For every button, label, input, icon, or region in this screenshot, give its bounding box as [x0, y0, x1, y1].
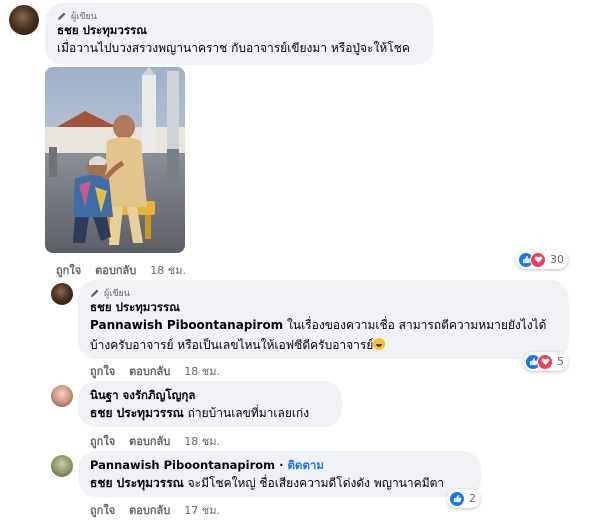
comment-bubble: Pannawish Piboontanapirom · ติดตาม ธชย ป…: [78, 451, 481, 497]
like-link[interactable]: ถูกใจ: [90, 432, 115, 450]
comment-text-body: ถ่ายบ้านเลขที่มาเลยเก่ง: [183, 406, 310, 420]
author-badge-label: ผู้เขียน: [104, 289, 130, 299]
comment-time[interactable]: 18 ชม.: [150, 261, 186, 279]
follow-separator: ·: [275, 458, 288, 472]
avatar[interactable]: [9, 5, 39, 35]
like-reaction-icon: [449, 490, 465, 507]
reply-link[interactable]: ตอบกลับ: [129, 432, 170, 450]
mention-tag[interactable]: ธชย ประทุมวรรณ: [90, 476, 184, 490]
comment-author[interactable]: ธชย ประทุมวรรณ: [57, 23, 421, 38]
author-badge: ผู้เขียน: [57, 10, 421, 22]
comment-author[interactable]: ธชย ประทุมวรรณ: [90, 300, 557, 315]
author-badge: ผู้เขียน: [90, 287, 557, 299]
reaction-count: 30: [550, 253, 564, 266]
reaction-summary[interactable]: 30: [516, 250, 568, 269]
reaction-count: 5: [557, 355, 564, 368]
comment-text-line2: บ้างครับอาจารย์ หรือเป็นเลขไหนให้เอฟซีดี…: [90, 338, 374, 352]
reaction-summary[interactable]: 5: [523, 352, 568, 371]
comment-bubble: นินฐา จงรักภิญโญกุล ธชย ประทุมวรรณ ถ่ายบ…: [78, 381, 342, 427]
comment-bubble: ผู้เขียน ธชย ประทุมวรรณ Pannawish Piboon…: [78, 280, 569, 359]
comment-text-line1: ในเรื่องของความเชื่อ สามารถตีความหมายยัง…: [283, 318, 547, 332]
comment-actions: ถูกใจ ตอบกลับ 17 ชม.: [90, 501, 220, 519]
like-link[interactable]: ถูกใจ: [90, 362, 115, 380]
comment-text-body: จะมีโชคใหญ่ ชื่อเสียงความดีโด่งดัง พญานา…: [183, 476, 445, 490]
avatar[interactable]: [51, 385, 73, 407]
comment-time[interactable]: 17 ชม.: [184, 501, 220, 519]
laughing-emoji-icon: [373, 338, 386, 350]
comment-time[interactable]: 18 ชม.: [184, 432, 220, 450]
comment-text: ธชย ประทุมวรรณ ถ่ายบ้านเลขที่มาเลยเก่ง: [90, 403, 330, 423]
photo-image: [45, 67, 185, 253]
comment-author[interactable]: Pannawish Piboontanapirom: [90, 458, 275, 472]
comment-author[interactable]: นินฐา จงรักภิญโญกุล: [90, 388, 330, 403]
author-badge-label: ผู้เขียน: [71, 12, 97, 22]
avatar[interactable]: [51, 455, 73, 477]
comment-text: เมื่อวานไปบวงสรวงพญานาคราช กับอาจารย์เขี…: [57, 41, 410, 55]
comment-actions: ถูกใจ ตอบกลับ 18 ชม.: [56, 261, 186, 279]
love-reaction-icon: [530, 251, 546, 268]
comment-actions: ถูกใจ ตอบกลับ 18 ชม.: [90, 362, 220, 380]
like-link[interactable]: ถูกใจ: [90, 501, 115, 519]
reaction-count: 2: [469, 492, 476, 505]
reply-link[interactable]: ตอบกลับ: [129, 362, 170, 380]
pencil-icon: [58, 12, 66, 20]
reaction-summary[interactable]: 2: [447, 489, 480, 508]
love-reaction-icon: [537, 353, 553, 370]
avatar[interactable]: [51, 283, 73, 305]
mention-tag[interactable]: Pannawish Piboontanapirom: [90, 318, 283, 332]
comment-time[interactable]: 18 ชม.: [184, 362, 220, 380]
comment-bubble: ผู้เขียน ธชย ประทุมวรรณ เมื่อวานไปบวงสรว…: [45, 3, 433, 65]
comment-actions: ถูกใจ ตอบกลับ 18 ชม.: [90, 432, 220, 450]
pencil-icon: [91, 289, 99, 297]
like-link[interactable]: ถูกใจ: [56, 261, 81, 279]
comment-photo[interactable]: [45, 67, 185, 253]
comment-author-line: Pannawish Piboontanapirom · ติดตาม: [90, 458, 469, 473]
comment-text: ธชย ประทุมวรรณ จะมีโชคใหญ่ ชื่อเสียงความ…: [90, 473, 469, 493]
comment-text: บ้างครับอาจารย์ หรือเป็นเลขไหนให้เอฟซีดี…: [90, 335, 557, 355]
follow-button[interactable]: ติดตาม: [288, 458, 324, 472]
reply-link[interactable]: ตอบกลับ: [95, 261, 136, 279]
comment-text: Pannawish Piboontanapirom ในเรื่องของควา…: [90, 315, 557, 335]
reply-link[interactable]: ตอบกลับ: [129, 501, 170, 519]
mention-tag[interactable]: ธชย ประทุมวรรณ: [90, 406, 184, 420]
